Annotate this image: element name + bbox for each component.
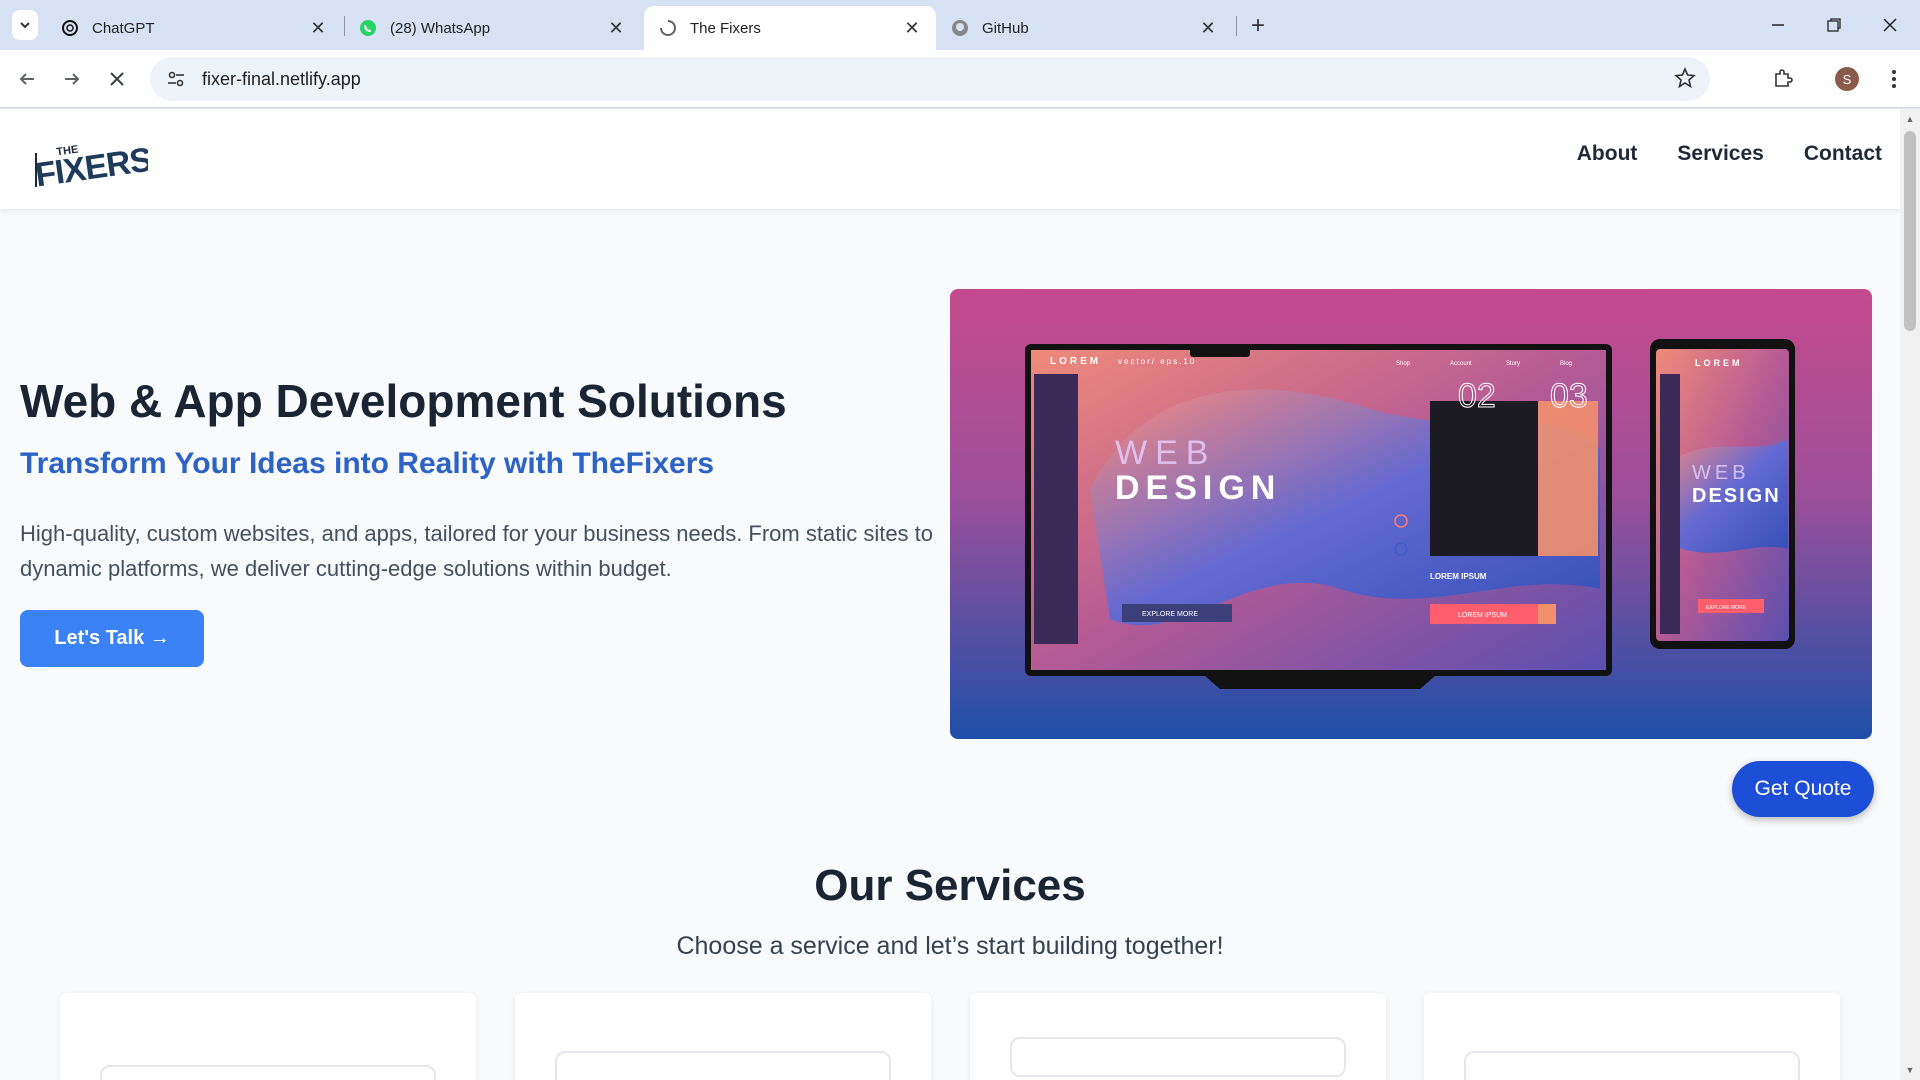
mockup-number-02: 02 — [1458, 377, 1496, 415]
address-bar[interactable]: fixer-final.netlify.app — [150, 57, 1710, 101]
close-icon — [110, 72, 124, 86]
hero-subtitle: Transform Your Ideas into Reality with T… — [20, 447, 715, 480]
site-settings-icon[interactable] — [156, 69, 196, 89]
lets-talk-button[interactable]: Let's Talk → — [20, 610, 204, 667]
extensions-button[interactable] — [1766, 62, 1800, 96]
arrow-right-icon — [65, 73, 80, 85]
service-card-media — [1464, 1051, 1800, 1080]
mockup-phone-design: DESIGN — [1692, 485, 1781, 507]
forward-button[interactable] — [55, 62, 89, 96]
tab-chatgpt[interactable]: ChatGPT ✕ — [46, 6, 342, 50]
mockup-phone-button: EXPLORE MORE — [1706, 605, 1747, 611]
bookmark-star-icon[interactable] — [1674, 66, 1696, 94]
github-icon — [950, 18, 970, 38]
site-nav: About Services Contact — [1577, 142, 1882, 166]
whatsapp-icon — [358, 18, 378, 38]
mockup-card-title: LOREM IPSUM — [1430, 572, 1487, 581]
services-subtitle: Choose a service and let’s start buildin… — [676, 932, 1224, 960]
page-scrollbar[interactable]: ▲ ▼ — [1900, 109, 1920, 1080]
plus-icon: + — [1250, 12, 1265, 39]
new-tab-button[interactable]: + — [1244, 12, 1272, 40]
get-quote-button[interactable]: Get Quote — [1732, 761, 1874, 817]
tab-title: ChatGPT — [92, 19, 155, 37]
nav-about-link[interactable]: About — [1577, 142, 1638, 166]
svg-text:FIXERS: FIXERS — [33, 141, 148, 191]
tab-separator — [1236, 16, 1237, 36]
mockup-menu-blog: Blog — [1560, 361, 1572, 367]
chevron-down-icon — [20, 22, 30, 29]
browser-menu-button[interactable] — [1880, 62, 1908, 96]
tab-whatsapp[interactable]: (28) WhatsApp ✕ — [344, 6, 640, 50]
hero-image: LOREM vector/ eps.10 Shop Account Story … — [950, 289, 1872, 739]
mockup-button-explore: EXPLORE MORE — [1142, 611, 1198, 618]
nav-contact-link[interactable]: Contact — [1804, 142, 1882, 166]
mockup-headline-web: WEB — [1115, 434, 1216, 472]
site-logo[interactable]: THE FIXERS — [32, 131, 154, 195]
url-text: fixer-final.netlify.app — [202, 68, 361, 89]
minimize-icon — [1772, 24, 1784, 26]
service-card-media — [100, 1065, 436, 1080]
mockup-number-03: 03 — [1550, 377, 1588, 415]
service-card-media — [555, 1051, 891, 1080]
scrollbar-thumb[interactable] — [1904, 131, 1916, 331]
mockup-phone-brand: LOREM — [1695, 358, 1743, 368]
service-card[interactable] — [60, 993, 476, 1080]
scroll-down-arrow-icon[interactable]: ▼ — [1904, 1064, 1916, 1076]
service-card[interactable] — [1424, 993, 1840, 1080]
more-vertical-icon — [1892, 70, 1896, 88]
chatgpt-icon — [60, 18, 80, 38]
close-window-button[interactable] — [1862, 0, 1918, 50]
services-title: Our Services — [814, 861, 1086, 910]
back-button[interactable] — [10, 62, 44, 96]
page-viewport: THE FIXERS About Services Contact Web & … — [0, 109, 1920, 1080]
arrow-left-icon — [19, 73, 34, 85]
mockup-headline-design: DESIGN — [1115, 469, 1281, 507]
mockup-tagline: vector/ eps.10 — [1118, 357, 1196, 366]
tab-title: The Fixers — [690, 19, 761, 37]
hero-title: Web & App Development Solutions — [20, 375, 787, 427]
site-header: THE FIXERS About Services Contact — [0, 109, 1900, 209]
mockup-phone-web: WEB — [1692, 462, 1750, 484]
restore-icon — [1827, 18, 1841, 32]
service-card[interactable] — [515, 993, 931, 1080]
scroll-up-arrow-icon[interactable]: ▲ — [1904, 113, 1916, 125]
close-icon[interactable]: ✕ — [308, 18, 328, 38]
hero-description: High-quality, custom websites, and apps,… — [20, 521, 934, 581]
tab-search-button[interactable] — [12, 10, 38, 40]
puzzle-icon — [1775, 69, 1793, 87]
service-card[interactable] — [970, 993, 1386, 1080]
close-icon[interactable]: ✕ — [606, 18, 626, 38]
close-icon[interactable]: ✕ — [902, 18, 922, 38]
close-icon[interactable]: ✕ — [1198, 18, 1218, 38]
profile-avatar[interactable]: S — [1835, 67, 1859, 91]
service-card-media — [1010, 1037, 1346, 1077]
mockup-menu-story: Story — [1506, 361, 1520, 367]
tab-title: GitHub — [982, 19, 1029, 37]
minimize-button[interactable] — [1750, 0, 1806, 50]
loading-icon — [658, 18, 678, 38]
tab-title: (28) WhatsApp — [390, 19, 491, 37]
restore-button[interactable] — [1806, 0, 1862, 50]
mockup-button-lorem: LOREM IPSUM — [1458, 612, 1507, 619]
tab-the-fixers[interactable]: The Fixers ✕ — [644, 6, 936, 50]
mockup-menu-shop: Shop — [1396, 361, 1411, 367]
browser-toolbar: fixer-final.netlify.app — [0, 50, 1920, 108]
tab-github[interactable]: GitHub ✕ — [936, 6, 1232, 50]
close-icon — [1883, 18, 1897, 32]
nav-services-link[interactable]: Services — [1677, 142, 1763, 166]
tab-strip: ChatGPT ✕ (28) WhatsApp ✕ The Fixers ✕ G… — [0, 0, 1920, 50]
mockup-brand: LOREM — [1050, 356, 1101, 367]
stop-loading-button[interactable] — [100, 62, 134, 96]
mockup-menu-account: Account — [1450, 361, 1472, 367]
